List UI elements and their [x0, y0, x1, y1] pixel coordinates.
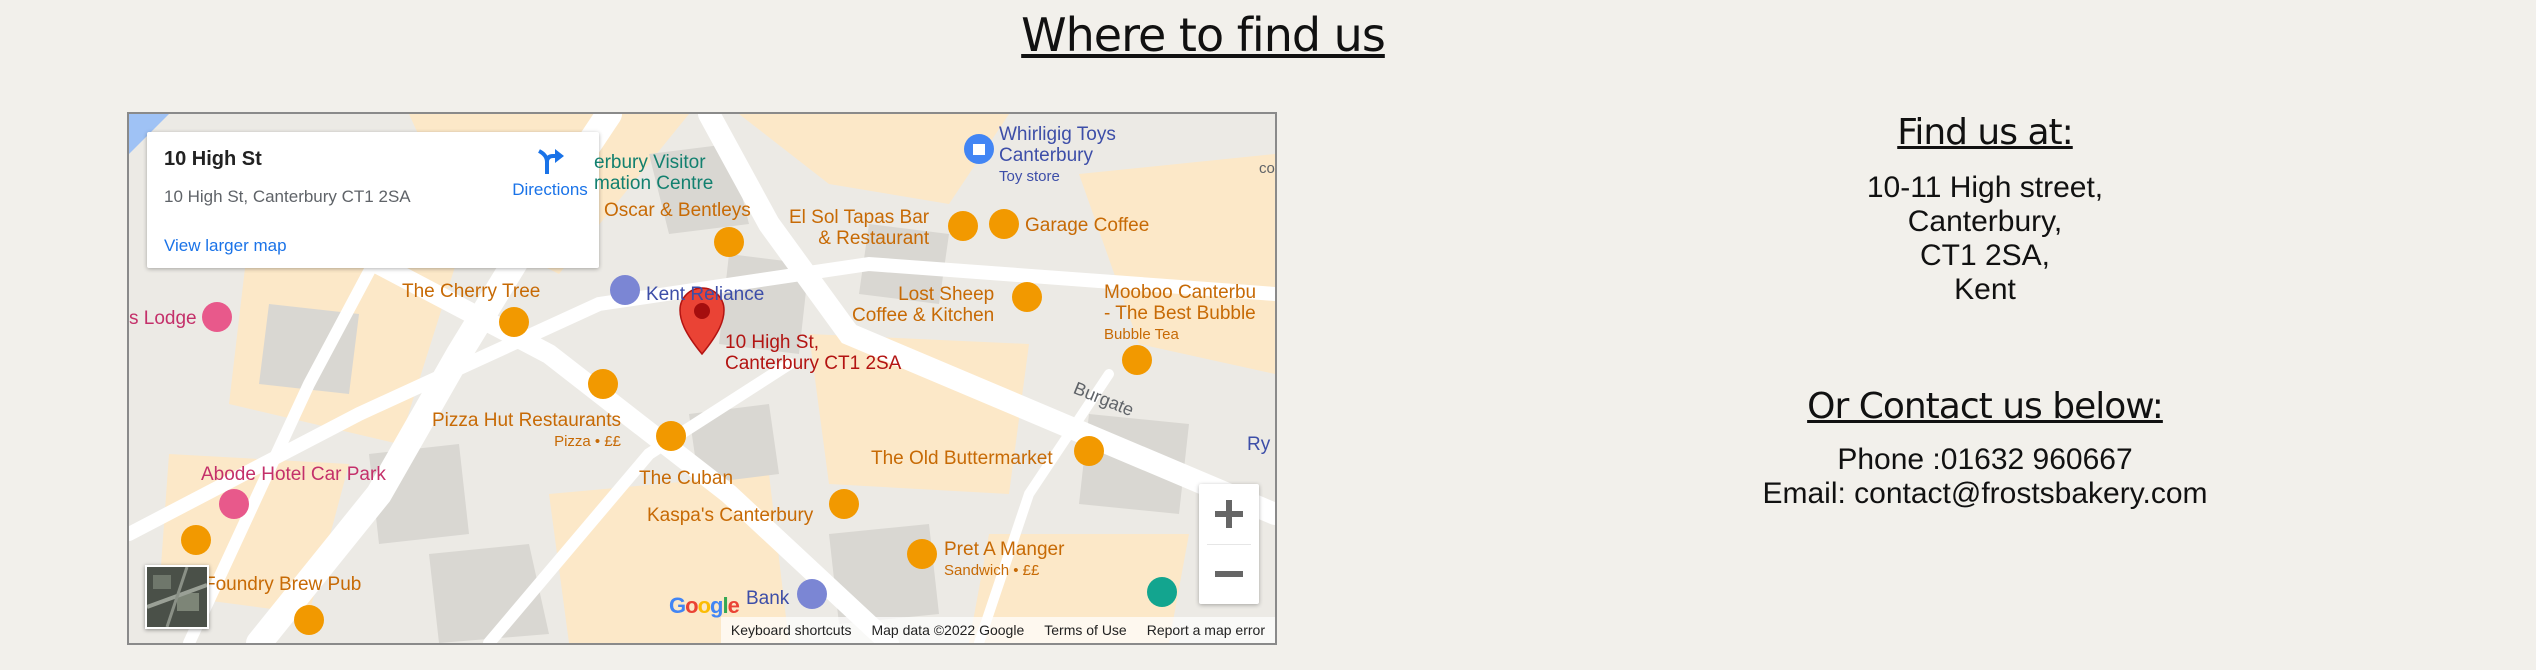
- keyboard-shortcuts-link[interactable]: Keyboard shortcuts: [731, 622, 852, 638]
- poi-label: Coffee & Kitchen: [852, 305, 995, 326]
- poi-category: Sandwich • ££: [944, 562, 1040, 579]
- zoom-in-button[interactable]: [1199, 484, 1259, 544]
- poi-garage-coffee[interactable]: Garage Coffee: [1025, 215, 1149, 236]
- poi-label: & Restaurant: [818, 228, 930, 249]
- map-footer: Keyboard shortcuts Map data ©2022 Google…: [720, 617, 1275, 643]
- embedded-map[interactable]: 10 High St 10 High St, Canterbury CT1 2S…: [127, 112, 1277, 645]
- shopping-pin-icon: [964, 134, 994, 164]
- poi-label: Whirligig Toys: [999, 124, 1116, 145]
- terms-link[interactable]: Terms of Use: [1044, 622, 1126, 638]
- contact-heading: Or Contact us below:: [1807, 386, 2164, 427]
- phone-number: Phone :01632 960667: [1837, 443, 2133, 476]
- poi-oscar[interactable]: Oscar & Bentleys: [604, 200, 751, 221]
- poi-kent-reliance[interactable]: Kent Reliance: [646, 284, 764, 305]
- poi-category: Bubble Tea: [1104, 326, 1179, 343]
- find-us-heading: Find us at:: [1897, 112, 2074, 153]
- poi-pret[interactable]: Pret A Manger Sandwich • ££: [944, 539, 1064, 581]
- address-line: Kent: [1954, 273, 2016, 306]
- poi-label: Canterbury CT1 2SA: [725, 353, 902, 374]
- report-error-link[interactable]: Report a map error: [1147, 622, 1265, 638]
- poi-edge-co[interactable]: co: [1259, 158, 1275, 179]
- address-line: Canterbury,: [1907, 205, 2063, 238]
- poi-abode-car-park[interactable]: Abode Hotel Car Park: [201, 464, 386, 485]
- zoom-controls: [1199, 484, 1259, 604]
- plus-icon: [1215, 500, 1243, 528]
- poi-visitor-centre[interactable]: erbury Visitor mation Centre: [594, 152, 713, 194]
- poi-whirligig[interactable]: Whirligig Toys Canterbury Toy store: [999, 124, 1116, 187]
- poi-kaspas[interactable]: Kaspa's Canterbury: [647, 505, 813, 526]
- poi-category: Pizza • ££: [554, 433, 622, 450]
- poi-lost-sheep[interactable]: Lost Sheep Coffee & Kitchen: [852, 284, 994, 326]
- address-line: 10-11 High street,: [1866, 171, 2104, 204]
- poi-label: El Sol Tapas Bar: [789, 207, 930, 228]
- poi-pizza-hut[interactable]: Pizza Hut Restaurants Pizza • ££: [432, 410, 621, 452]
- poi-label: 10 High St,: [725, 332, 819, 353]
- poi-cherry-tree[interactable]: The Cherry Tree: [402, 281, 540, 302]
- poi-label: Mooboo Canterbu: [1104, 282, 1257, 303]
- map-data-attribution: Map data ©2022 Google: [871, 622, 1025, 638]
- poi-mooboo[interactable]: Mooboo Canterbu - The Best Bubble Bubble…: [1104, 282, 1256, 345]
- poi-elsol[interactable]: El Sol Tapas Bar & Restaurant: [789, 207, 929, 249]
- satellite-toggle-button[interactable]: [145, 565, 209, 629]
- address-line: CT1 2SA,: [1919, 239, 2051, 272]
- museum-pin-icon: [1147, 577, 1177, 607]
- contact-section: Or Contact us below: Phone :01632 960667…: [1700, 386, 2270, 511]
- hotel-pin-icon: [202, 302, 249, 519]
- bar-pin-icon: [181, 307, 1104, 555]
- find-us-section: Find us at: 10-11 High street, Canterbur…: [1700, 112, 2270, 307]
- poi-foundry[interactable]: Foundry Brew Pub: [204, 574, 361, 595]
- poi-lodge[interactable]: s Lodge: [129, 308, 197, 329]
- satellite-thumbnail-icon: [147, 567, 207, 627]
- page-title: Where to find us: [1021, 8, 1386, 62]
- poi-marker-label[interactable]: 10 High St, Canterbury CT1 2SA: [725, 332, 901, 374]
- poi-edge-ry[interactable]: Ry: [1247, 434, 1270, 455]
- email-address: Email: contact@frostsbakery.com: [1762, 477, 2208, 510]
- minus-icon: [1215, 571, 1243, 577]
- poi-label: erbury Visitor: [594, 152, 706, 173]
- poi-label: mation Centre: [594, 173, 714, 194]
- poi-the-cuban[interactable]: The Cuban: [639, 468, 733, 489]
- google-logo: Google: [669, 593, 740, 618]
- poi-label: Pret A Manger: [944, 539, 1065, 560]
- poi-label: - The Best Bubble: [1104, 303, 1256, 324]
- zoom-out-button[interactable]: [1199, 544, 1259, 604]
- poi-label: Canterbury: [999, 145, 1093, 166]
- poi-label: Lost Sheep: [898, 284, 995, 305]
- poi-old-buttermarket[interactable]: The Old Buttermarket: [871, 448, 1053, 469]
- poi-label: Pizza Hut Restaurants: [432, 410, 622, 431]
- poi-bank[interactable]: Bank: [746, 588, 789, 609]
- poi-category: Toy store: [999, 168, 1060, 185]
